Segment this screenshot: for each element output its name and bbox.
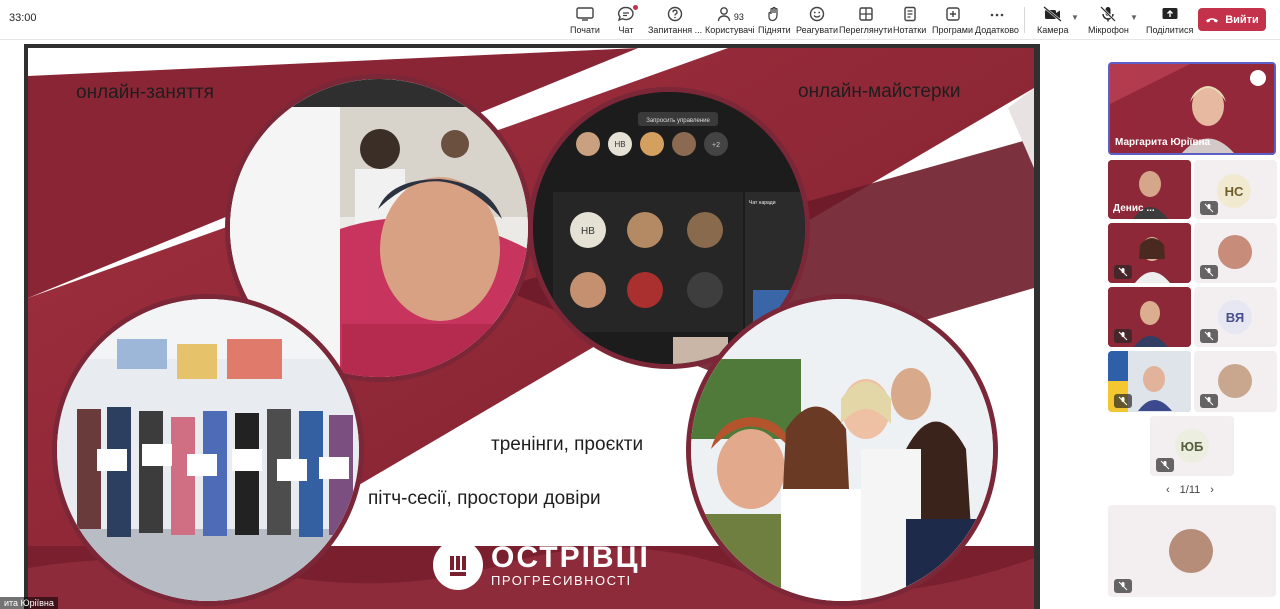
presentation-slide: онлайн-заняття онлайн-майстерки тренінги… <box>28 48 1034 609</box>
participant-pager: ‹ 1/11 › <box>1166 484 1214 496</box>
mic-off-icon <box>1114 394 1132 408</box>
mic-off-icon <box>1099 4 1117 22</box>
mic-button[interactable]: Мікрофон <box>1088 4 1129 38</box>
people-button[interactable]: 93 Користувачі <box>705 4 755 38</box>
share-button[interactable]: Поділитися <box>1146 4 1193 38</box>
chat-button[interactable]: Чат <box>617 4 638 38</box>
view-button[interactable]: Переглянути <box>839 4 892 38</box>
shared-screen: онлайн-заняття онлайн-майстерки тренінги… <box>24 44 1040 609</box>
participant-tile[interactable] <box>1108 351 1191 412</box>
people-count: 93 <box>733 12 744 22</box>
chevron-left-icon[interactable]: ‹ <box>1166 484 1170 496</box>
self-video-tile[interactable]: Маргарита Юріївна <box>1108 62 1276 155</box>
participant-photo <box>1218 364 1252 398</box>
inner-avatar-nv: НВ <box>614 140 625 149</box>
photo-group-certificates <box>52 294 364 606</box>
unread-dot <box>633 5 638 10</box>
self-name: Маргарита Юріївна <box>1115 137 1211 148</box>
smile-icon <box>809 4 825 22</box>
brand-logo-block: ОСТРІВЦІ ПРОГРЕСИВНОСТІ <box>433 540 650 590</box>
camera-options-chevron-icon[interactable]: ▼ <box>1071 13 1079 22</box>
meeting-timer: 33:00 <box>9 12 37 24</box>
participant-tile[interactable]: ВЯ <box>1194 287 1277 347</box>
mic-off-icon <box>1114 579 1132 593</box>
hand-icon <box>766 4 782 22</box>
qa-button[interactable]: Запитання ... <box>648 4 702 38</box>
participant-photo <box>1169 529 1213 573</box>
inner-avatar-more: +2 <box>712 142 720 149</box>
mic-options-chevron-icon[interactable]: ▼ <box>1130 13 1138 22</box>
photo-group-selfie <box>686 294 998 606</box>
apps-button[interactable]: Програми <box>932 4 973 38</box>
screen-icon <box>576 4 594 22</box>
chat-icon <box>617 4 638 22</box>
participant-tile[interactable] <box>1194 351 1277 412</box>
participant-name: Денис ... <box>1113 203 1155 214</box>
chevron-right-icon[interactable]: › <box>1210 484 1214 496</box>
brand-name: ОСТРІВЦІ <box>491 540 650 574</box>
react-button[interactable]: Реагувати <box>796 4 838 38</box>
participant-avatar: НС <box>1217 174 1251 208</box>
toolbar-divider <box>1024 7 1025 33</box>
question-icon <box>666 4 684 22</box>
participant-avatar: ВЯ <box>1218 300 1252 334</box>
meeting-toolbar: 33:00 Почати Чат Запитання ... 93 Корист… <box>0 0 1280 40</box>
participant-tile[interactable] <box>1194 223 1277 283</box>
mic-off-icon <box>1156 458 1174 472</box>
inner-chat-title: Чат наради <box>749 200 776 206</box>
mic-off-icon <box>1114 329 1132 343</box>
participant-tile[interactable]: НС <box>1194 160 1277 219</box>
mic-off-icon <box>1200 201 1218 215</box>
mic-off-icon <box>1200 394 1218 408</box>
participant-tile[interactable]: Денис ... <box>1108 160 1191 219</box>
mic-off-icon <box>1114 265 1132 279</box>
raise-hand-button[interactable]: Підняти <box>758 4 791 38</box>
leave-button[interactable]: Вийти <box>1198 8 1266 31</box>
share-screen-icon <box>1161 4 1179 22</box>
caption-pitch: пітч-сесії, простори довіри <box>368 488 601 509</box>
people-icon: 93 <box>716 4 744 22</box>
brand-tagline: ПРОГРЕСИВНОСТІ <box>491 572 632 588</box>
ellipsis-icon <box>989 4 1005 22</box>
participant-tile[interactable] <box>1108 223 1191 283</box>
participant-tile[interactable] <box>1108 287 1191 347</box>
participant-avatar: ЮБ <box>1175 429 1209 463</box>
caption-online-classes: онлайн-заняття <box>76 82 214 103</box>
page-indicator: 1/11 <box>1179 484 1201 496</box>
plus-square-icon <box>945 4 961 22</box>
participant-tile[interactable]: ЮБ <box>1150 416 1234 476</box>
grid-view-icon <box>858 4 874 22</box>
more-button[interactable]: Додатково <box>975 4 1019 38</box>
participant-tile-featured[interactable] <box>1108 505 1276 597</box>
caption-online-workshops: онлайн-майстерки <box>798 81 961 102</box>
hang-up-icon <box>1206 17 1219 22</box>
camera-off-icon <box>1042 4 1063 22</box>
participant-photo <box>1218 235 1252 269</box>
presenter-name-tag: ита Юріївна <box>0 597 58 609</box>
caption-trainings: тренінги, проєкти <box>491 434 644 455</box>
brand-logo-icon <box>433 540 483 590</box>
notes-button[interactable]: Нотатки <box>893 4 926 38</box>
inner-grid-avatar: НВ <box>581 226 595 237</box>
start-button[interactable]: Почати <box>570 4 600 38</box>
inner-meeting-button: Запросить управление <box>646 118 710 124</box>
mic-off-icon <box>1200 329 1218 343</box>
mic-off-icon <box>1200 265 1218 279</box>
camera-button[interactable]: Камера <box>1037 4 1068 38</box>
notes-icon <box>902 4 918 22</box>
